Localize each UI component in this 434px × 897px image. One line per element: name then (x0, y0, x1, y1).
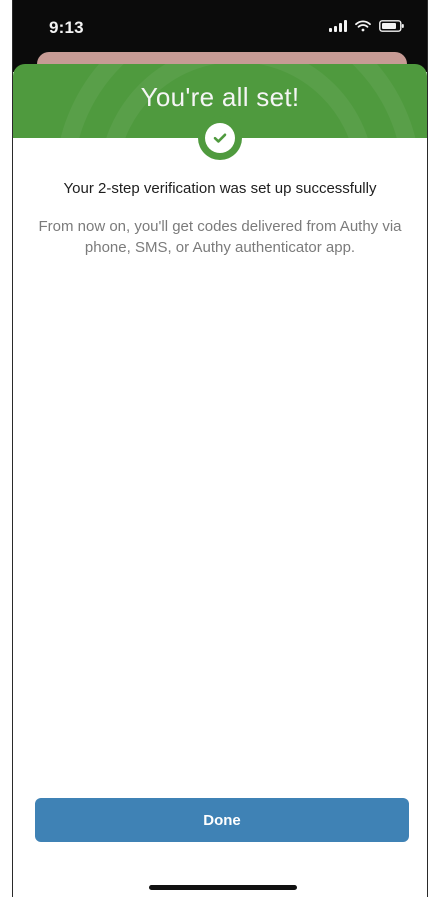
success-description: From now on, you'll get codes delivered … (38, 218, 402, 256)
home-indicator (149, 885, 297, 890)
status-icons (329, 20, 405, 32)
modal-content: Your 2-step verification was set up succ… (13, 178, 427, 258)
check-circle-icon (198, 116, 242, 160)
phone-screen: 9:13 You're all set! Your 2-step verific… (12, 0, 428, 897)
wifi-icon (355, 20, 371, 32)
check-icon (205, 123, 235, 153)
success-heading: Your 2-step verification was set up succ… (63, 180, 377, 197)
battery-icon (379, 20, 405, 32)
done-button[interactable]: Done (35, 798, 409, 842)
status-time: 9:13 (49, 18, 84, 37)
signal-icon (329, 20, 347, 32)
modal-title: You're all set! (140, 82, 300, 112)
